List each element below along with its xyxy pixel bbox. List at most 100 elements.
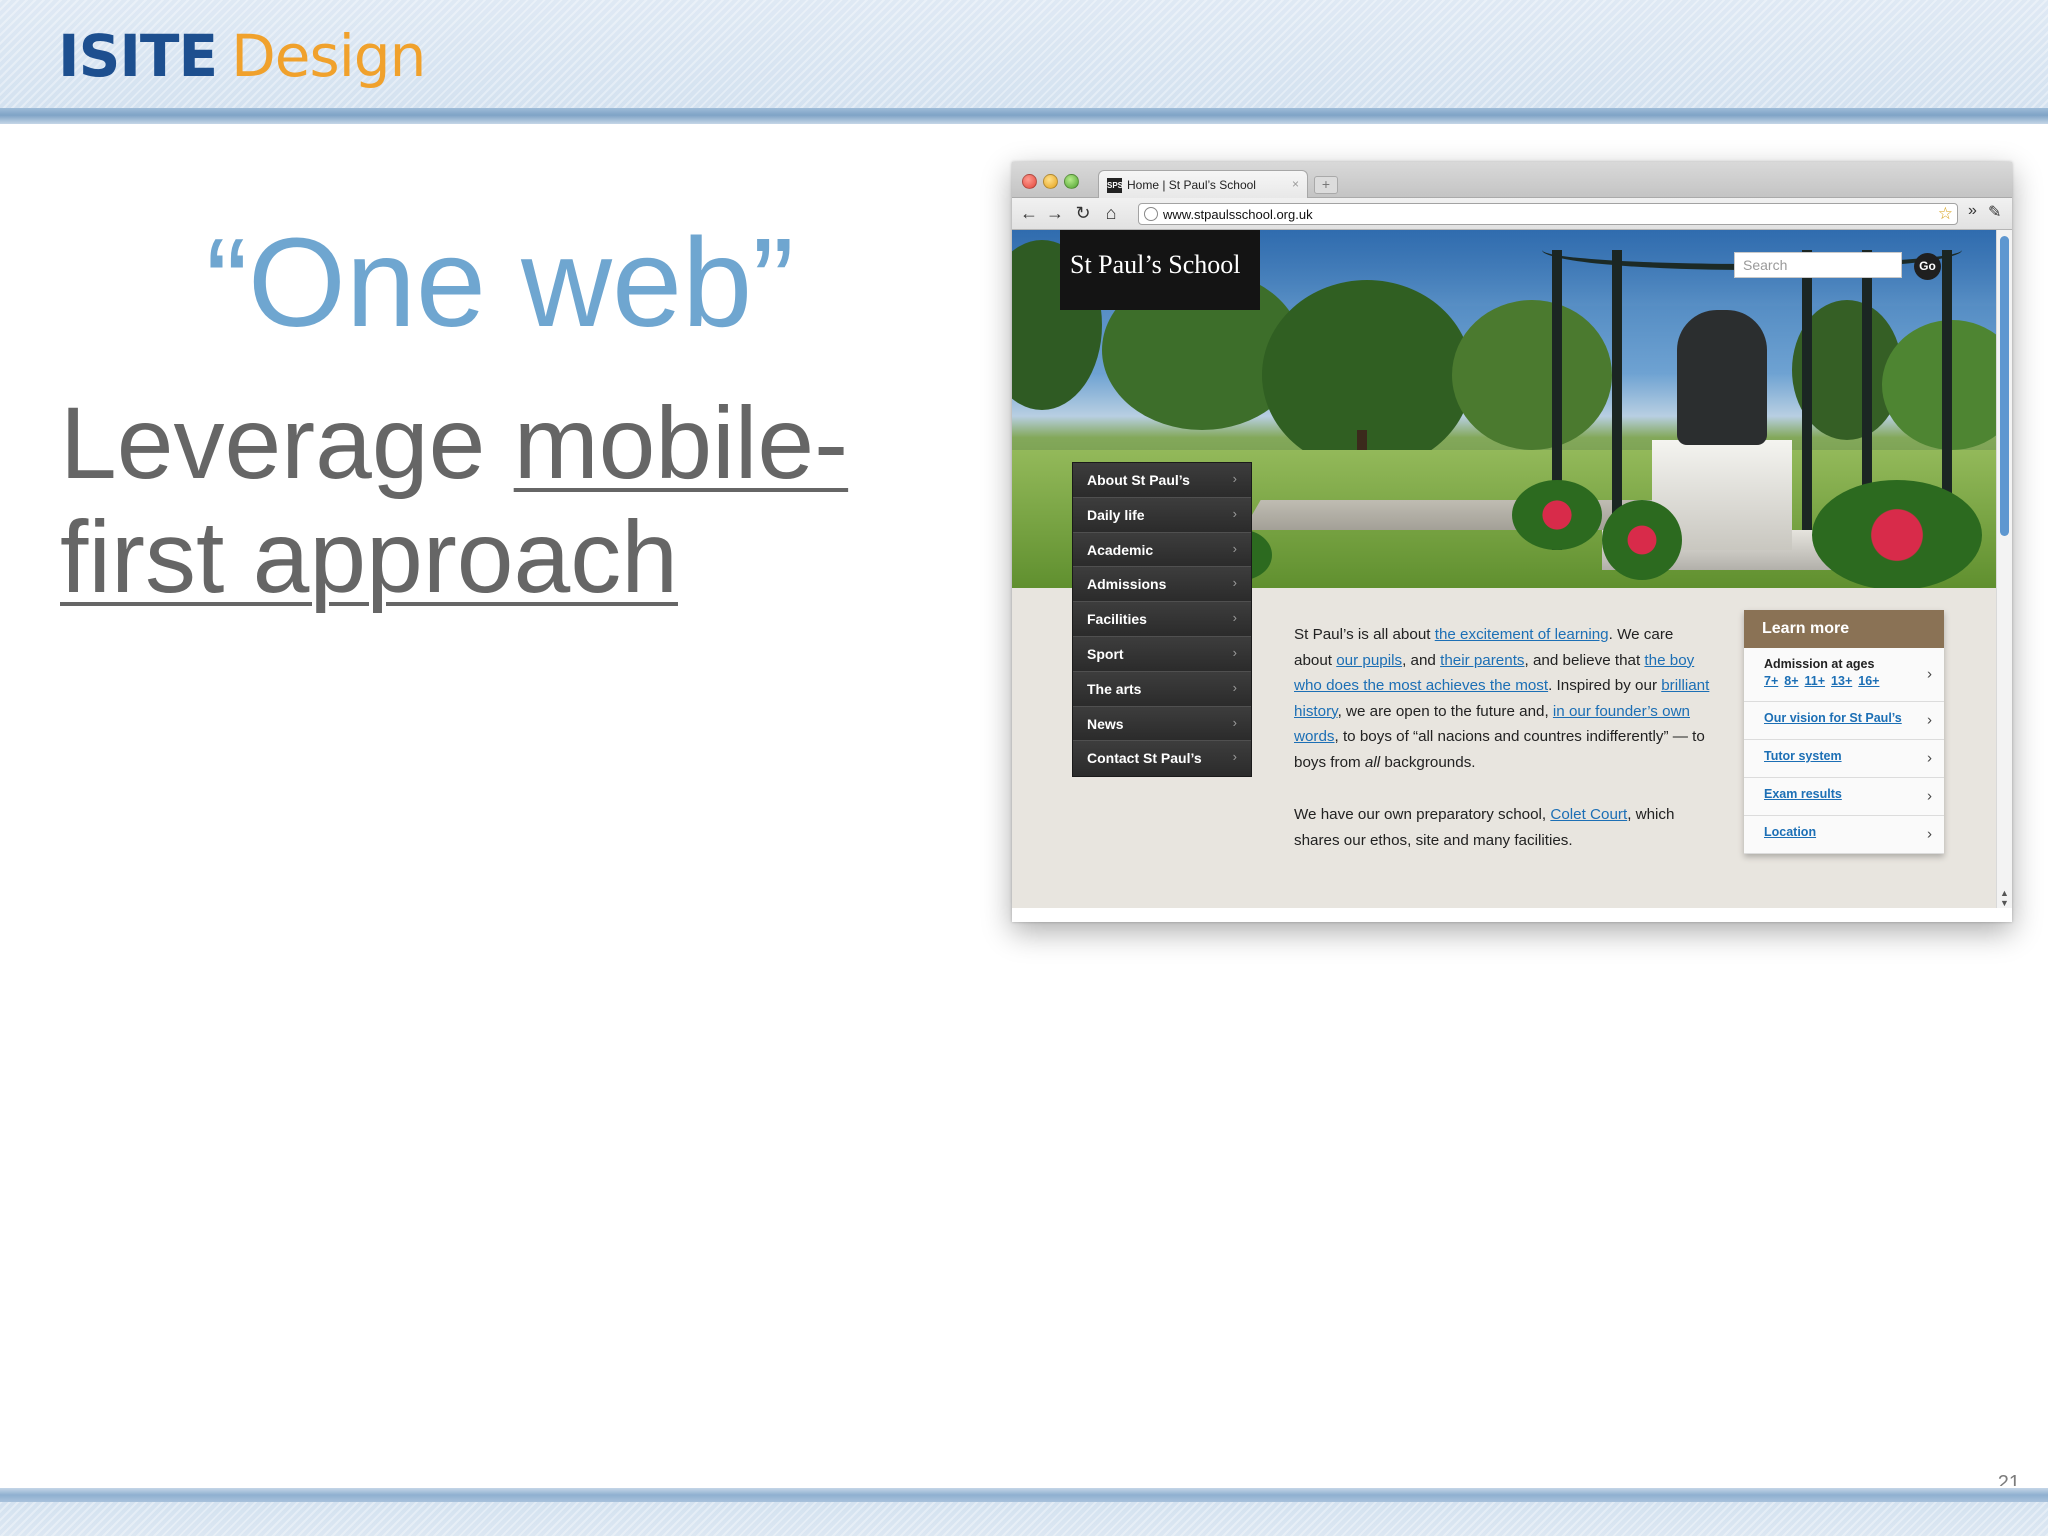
learn-item-admission[interactable]: Admission at ages 7+ 8+ 11+ 13+ 16+ › [1744, 648, 1944, 702]
reload-icon[interactable]: ↻ [1072, 202, 1094, 224]
intro-text-run: We have our own preparatory school, [1294, 806, 1551, 823]
slide-body-link-1[interactable]: mobile- [514, 386, 848, 500]
chevron-right-icon: › [1927, 825, 1932, 843]
search-go-button[interactable]: Go [1914, 253, 1941, 280]
new-tab-button[interactable]: + [1314, 176, 1338, 194]
intro-text-run: backgrounds. [1380, 753, 1476, 771]
nav-item-label: Contact St Paul’s [1087, 750, 1202, 767]
minimize-window-icon[interactable] [1043, 174, 1058, 189]
intro-paragraph: St Paul’s is all about the excitement of… [1294, 622, 1714, 775]
favicon-icon: SPS [1107, 178, 1123, 193]
scroll-arrows-icon[interactable]: ▲ ▼ [2000, 888, 2009, 908]
link-exam-results[interactable]: Exam results [1764, 787, 1842, 801]
age-link-8[interactable]: 8+ [1784, 674, 1798, 688]
age-link-7[interactable]: 7+ [1764, 674, 1778, 688]
link-colet-court[interactable]: Colet Court [1550, 806, 1627, 823]
link-location[interactable]: Location [1764, 825, 1816, 839]
chevron-right-icon: › [1232, 679, 1237, 695]
intro-text-run: St Paul’s is all about [1294, 626, 1435, 643]
address-url: www.stpaulsschool.org.uk [1163, 207, 1313, 222]
page-scrollbar[interactable]: ▲ ▼ [1996, 230, 2012, 910]
slide-number: 21 [1997, 1472, 2020, 1486]
intro-text-run: . Inspired by our [1548, 677, 1662, 694]
chevron-right-icon: › [1927, 787, 1932, 805]
link-our-pupils[interactable]: our pupils [1336, 652, 1402, 669]
extensions-chevron-icon[interactable]: » [1968, 202, 1977, 220]
slide-body-text: Leverage [60, 386, 486, 500]
wrench-menu-icon[interactable]: ✎ [1988, 202, 2001, 222]
nav-item-label: Sport [1087, 645, 1124, 662]
page-bottom-edge [1012, 908, 2012, 922]
nav-item-news[interactable]: News › [1073, 706, 1251, 742]
age-link-13[interactable]: 13+ [1831, 674, 1852, 688]
nav-item-academic[interactable]: Academic › [1073, 532, 1251, 568]
hero-tree [1262, 280, 1472, 470]
hero-tree [1452, 300, 1612, 450]
tab-title: Home | St Paul’s School [1127, 178, 1256, 192]
chevron-right-icon: › [1927, 711, 1932, 729]
site-search-input[interactable] [1734, 252, 1902, 278]
slide-body-link-2[interactable]: first approach [60, 500, 678, 614]
nav-item-admissions[interactable]: Admissions › [1073, 567, 1251, 603]
nav-item-contact[interactable]: Contact St Paul’s › [1073, 741, 1251, 777]
header-divider [0, 108, 2048, 124]
browser-viewport: St Paul’s School Go About St Paul’s › Dai… [1012, 230, 2012, 922]
link-excitement-of-learning[interactable]: the excitement of learning [1435, 626, 1609, 643]
nav-item-sport[interactable]: Sport › [1073, 636, 1251, 672]
close-window-icon[interactable] [1022, 174, 1037, 189]
learn-item-vision[interactable]: Our vision for St Paul’s › [1744, 702, 1944, 740]
age-link-16[interactable]: 16+ [1858, 674, 1879, 688]
home-icon[interactable]: ⌂ [1100, 202, 1122, 224]
nav-item-label: News [1087, 715, 1124, 732]
slide-footer-bar [0, 1502, 2048, 1536]
browser-tab[interactable]: SPS Home | St Paul’s School × [1098, 170, 1308, 198]
intro-text-run: , and [1402, 651, 1441, 669]
nav-item-label: Facilities [1087, 611, 1147, 628]
tab-close-icon[interactable]: × [1292, 177, 1299, 191]
nav-item-label: Admissions [1087, 576, 1167, 593]
zoom-window-icon[interactable] [1064, 174, 1079, 189]
admission-ages-title: Admission at ages [1764, 657, 1875, 671]
learn-item-tutor[interactable]: Tutor system › [1744, 740, 1944, 778]
nav-item-daily-life[interactable]: Daily life › [1073, 497, 1251, 533]
nav-item-label: Daily life [1087, 506, 1145, 523]
learn-item-exam[interactable]: Exam results › [1744, 778, 1944, 816]
site-logo-box[interactable]: St Paul’s School [1060, 230, 1260, 310]
address-bar[interactable]: www.stpaulsschool.org.uk ☆ [1138, 203, 1958, 225]
nav-item-label: The arts [1087, 680, 1142, 697]
browser-toolbar: ← → ↻ ⌂ www.stpaulsschool.org.uk ☆ » ✎ [1012, 198, 2012, 230]
chevron-right-icon: › [1927, 749, 1932, 767]
scrollbar-thumb[interactable] [2000, 236, 2009, 536]
intro-text-run: , to boys of “all nacions and countres i… [1294, 728, 1705, 771]
hero-flowers [1602, 500, 1682, 580]
back-arrow-icon[interactable]: ← [1018, 202, 1040, 224]
learn-item-location[interactable]: Location › [1744, 816, 1944, 854]
chevron-right-icon: › [1232, 714, 1237, 730]
nav-item-the-arts[interactable]: The arts › [1073, 671, 1251, 707]
learn-more-heading: Learn more [1744, 610, 1944, 648]
logo-design-text: Design [231, 22, 426, 90]
slide-body: Leverage mobile- first approach [60, 386, 960, 614]
nav-item-label: Academic [1087, 541, 1154, 558]
chevron-right-icon: › [1232, 505, 1237, 521]
intro-emphasis: all [1364, 753, 1381, 771]
hero-flowers [1512, 480, 1602, 550]
intro-paragraph-2: We have our own preparatory school, Cole… [1294, 802, 1714, 853]
age-link-11[interactable]: 11+ [1805, 674, 1826, 688]
slide-title: “One web” [205, 212, 795, 353]
nav-item-facilities[interactable]: Facilities › [1073, 602, 1251, 637]
hero-statue [1677, 310, 1767, 445]
nav-item-label: About St Paul’s [1087, 472, 1190, 488]
link-our-vision[interactable]: Our vision for St Paul’s [1764, 711, 1902, 725]
intro-text: St Paul’s is all about the excitement of… [1294, 622, 1714, 853]
bookmark-star-icon[interactable]: ☆ [1938, 204, 1953, 224]
intro-text-run: , we are open to the future and, [1337, 702, 1553, 720]
chevron-right-icon: › [1232, 471, 1237, 486]
chevron-right-icon: › [1232, 575, 1237, 591]
logo-isite-text: ISITE [58, 22, 218, 90]
forward-arrow-icon[interactable]: → [1044, 202, 1066, 224]
link-their-parents[interactable]: their parents [1440, 652, 1524, 669]
site-side-nav: About St Paul’s › Daily life › Academic › A… [1072, 462, 1252, 778]
nav-item-about[interactable]: About St Paul’s › [1073, 463, 1251, 498]
link-tutor-system[interactable]: Tutor system [1764, 749, 1842, 763]
